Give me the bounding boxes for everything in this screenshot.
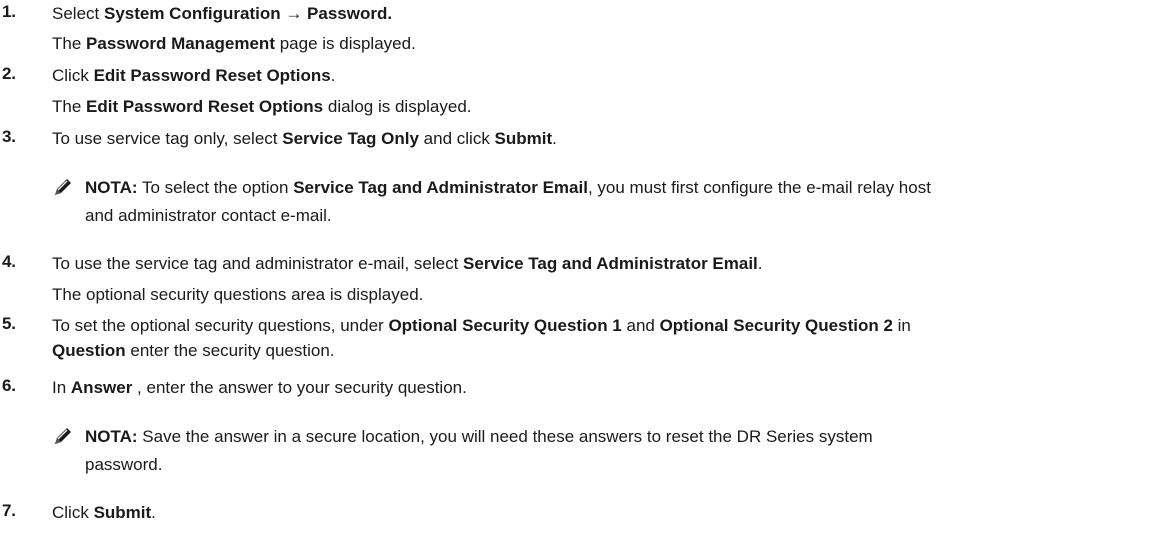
step-text: To use the service tag and administrator… xyxy=(52,252,1166,276)
step-number: 1. xyxy=(2,2,16,21)
note-text: NOTA: Save the answer in a secure locati… xyxy=(85,424,1166,477)
step-text: Select System Configuration → Password. xyxy=(52,2,1166,26)
text-run: . xyxy=(757,254,763,273)
step-result: The Edit Password Reset Options dialog i… xyxy=(52,95,1166,119)
step-number: 2. xyxy=(2,64,16,83)
text-run: . xyxy=(330,66,336,85)
text-run: and click xyxy=(418,129,495,148)
note-2: NOTA: Save the answer in a secure locati… xyxy=(52,424,1166,478)
step-text: In Answer , enter the answer to your sec… xyxy=(52,376,1166,400)
step-result: The optional security questions area is … xyxy=(52,285,424,304)
text-run: To use service tag only, select xyxy=(52,129,283,148)
pencil-icon xyxy=(52,176,74,198)
text-run: , you must first configure the e-mail re… xyxy=(587,178,931,197)
text-run: Click xyxy=(52,66,94,85)
text-run: . xyxy=(151,503,156,522)
ui-label: Service Tag and Administrator Email xyxy=(463,254,758,273)
document-page: 1. Select System Configuration → Passwor… xyxy=(0,0,1170,557)
text-run: To use the service tag and administrator… xyxy=(52,254,464,273)
note-row: NOTA: Save the answer in a secure locati… xyxy=(85,424,1166,449)
step-text: Click Submit. xyxy=(52,501,1166,525)
text-run: page is displayed. xyxy=(274,34,416,53)
text-run: Select xyxy=(52,4,104,23)
text-run: Save the answer in a secure location, yo… xyxy=(137,427,873,446)
step-number: 7. xyxy=(2,501,16,520)
ui-label: Submit xyxy=(494,129,553,148)
step-text-cont: Question enter the security question. xyxy=(52,339,1166,363)
text-run: and xyxy=(621,316,660,335)
dialog-name: Edit Password Reset Options xyxy=(86,97,324,116)
text-run: dialog is displayed. xyxy=(323,97,472,116)
ui-label: Answer xyxy=(70,378,133,397)
ui-label: Optional Security Question 1 xyxy=(388,316,622,335)
pencil-icon xyxy=(52,425,74,447)
note-1: NOTA: To select the option Service Tag a… xyxy=(52,175,1166,229)
text-run: enter the security question. xyxy=(125,341,335,360)
ui-label: Edit Password Reset Options xyxy=(93,66,331,85)
note-row: and administrator contact e-mail. xyxy=(85,206,332,225)
step-result: The Password Management page is displaye… xyxy=(52,32,1166,56)
step-number: 4. xyxy=(2,252,16,271)
text-run: . xyxy=(552,129,557,148)
text-run: To set the optional security questions, … xyxy=(52,316,389,335)
text-run: The xyxy=(52,97,87,116)
step-number: 5. xyxy=(2,314,16,333)
note-row: password. xyxy=(85,455,163,474)
note-text: NOTA: To select the option Service Tag a… xyxy=(85,175,1166,228)
ui-label: Service Tag Only xyxy=(282,129,419,148)
page-name: Password Management xyxy=(86,34,275,53)
step-text: To use service tag only, select Service … xyxy=(52,127,1166,151)
text-run: In xyxy=(52,378,71,397)
step-number: 3. xyxy=(2,127,16,146)
ui-label: Optional Security Question 2 xyxy=(659,316,893,335)
note-label: NOTA: xyxy=(85,427,138,446)
ui-label: Question xyxy=(52,341,126,360)
text-run: The xyxy=(52,34,87,53)
text-run: Click xyxy=(52,503,94,522)
note-label: NOTA: xyxy=(85,178,138,197)
ui-label: Submit xyxy=(93,503,152,522)
menu-path: System Configuration → Password. xyxy=(103,4,393,23)
text-run: To select the option xyxy=(137,178,294,197)
ui-label: Service Tag and Administrator Email xyxy=(293,178,588,197)
step-text: To set the optional security questions, … xyxy=(52,314,1166,338)
text-run: , enter the answer to your security ques… xyxy=(132,378,467,397)
text-run: in xyxy=(892,316,911,335)
step-number: 6. xyxy=(2,376,16,395)
step-text: Click Edit Password Reset Options. xyxy=(52,64,1166,88)
note-row: NOTA: To select the option Service Tag a… xyxy=(85,175,1166,200)
